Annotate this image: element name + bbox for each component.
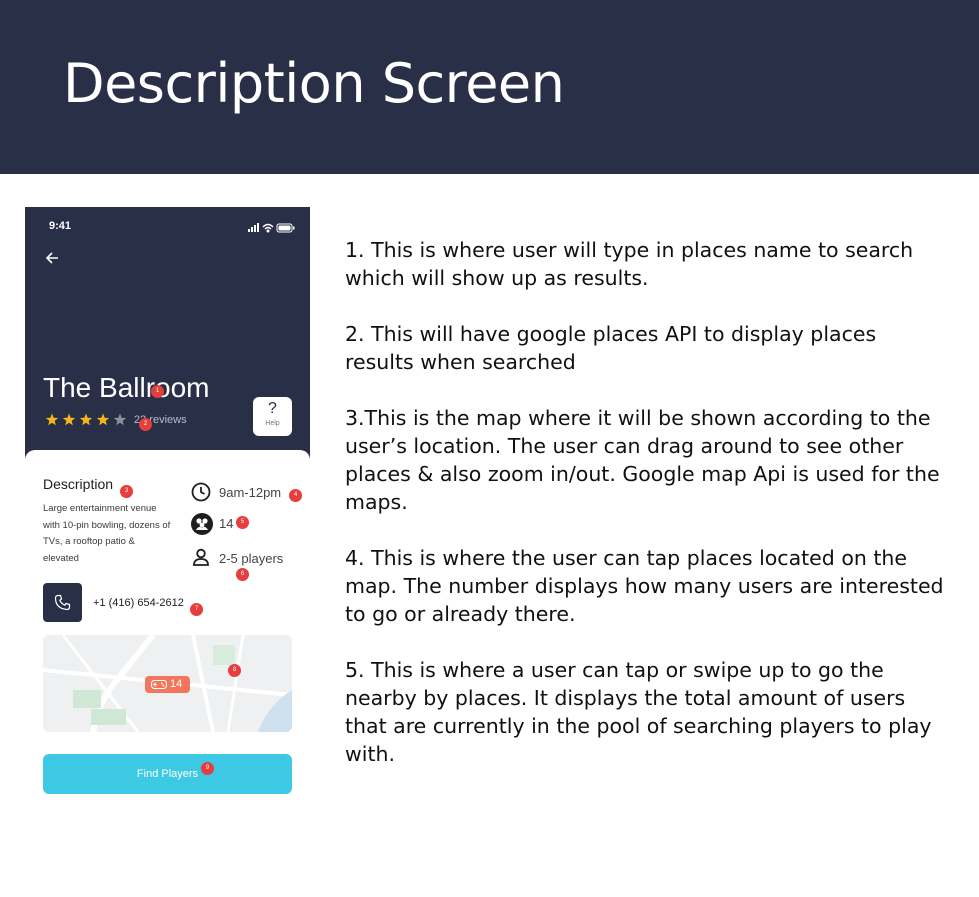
place-name: The Ballroom bbox=[43, 372, 210, 403]
map-pin-count: 14 bbox=[170, 678, 183, 690]
hours-text: 9am-12pm bbox=[219, 485, 282, 500]
star-rating bbox=[45, 413, 129, 427]
map-pin[interactable]: 14 bbox=[145, 676, 190, 693]
note-3: 3.This is the map where it will be shown… bbox=[345, 406, 940, 514]
marker-2: 2 bbox=[139, 418, 152, 431]
note-4: 4. This is where the user can tap places… bbox=[345, 546, 944, 626]
star-filled-icon bbox=[79, 413, 93, 426]
status-time: 9:41 bbox=[49, 220, 72, 232]
marker-3: 3 bbox=[120, 485, 133, 498]
marker-9: 9 bbox=[201, 762, 214, 775]
description-heading: Description bbox=[43, 476, 114, 492]
marker-6: 6 bbox=[236, 568, 249, 581]
place-hero: 9:41 The Ballroom 1 22 reviews 2 ? Help bbox=[25, 207, 310, 465]
wifi-icon bbox=[262, 223, 274, 233]
details-card[interactable]: Description 3 Large entertainment venue … bbox=[25, 450, 310, 817]
page-title: Description Screen bbox=[63, 52, 565, 115]
notes-list: 1. This is where user will type in place… bbox=[345, 236, 945, 796]
call-button[interactable] bbox=[43, 583, 82, 622]
star-filled-icon bbox=[62, 413, 76, 426]
help-label: Help bbox=[265, 420, 280, 427]
marker-1: 1 bbox=[151, 385, 164, 398]
star-empty-icon bbox=[113, 413, 127, 426]
note-1: 1. This is where user will type in place… bbox=[345, 238, 914, 290]
help-button[interactable]: ? Help bbox=[253, 397, 292, 436]
note-5: 5. This is where a user can tap or swipe… bbox=[345, 658, 932, 766]
signal-icon bbox=[248, 223, 259, 232]
help-icon: ? bbox=[268, 400, 277, 417]
marker-4: 4 bbox=[289, 489, 302, 502]
battery-icon bbox=[276, 223, 295, 233]
marker-5: 5 bbox=[236, 516, 249, 529]
phone-number[interactable]: +1 (416) 654-2612 bbox=[93, 597, 184, 609]
status-icons bbox=[248, 220, 296, 238]
marker-8: 8 bbox=[228, 664, 241, 677]
person-icon bbox=[193, 548, 209, 566]
star-filled-icon bbox=[45, 413, 59, 426]
group-icon bbox=[191, 513, 213, 535]
marker-7: 7 bbox=[190, 603, 203, 616]
note-2: 2. This will have google places API to d… bbox=[345, 322, 877, 374]
find-players-button[interactable]: Find Players bbox=[43, 754, 292, 794]
clock-icon bbox=[191, 482, 211, 502]
back-arrow-icon[interactable] bbox=[45, 251, 59, 270]
header-banner: Description Screen bbox=[0, 0, 979, 174]
description-text: Large entertainment venue with 10-pin bo… bbox=[43, 503, 171, 564]
phone-mockup: 9:41 The Ballroom 1 22 reviews 2 ? Help … bbox=[25, 207, 310, 817]
gamepad-icon bbox=[151, 680, 167, 689]
phone-icon bbox=[54, 594, 71, 611]
players-text: 2-5 players bbox=[219, 551, 284, 566]
map-view[interactable]: 14 8 bbox=[43, 635, 292, 732]
star-filled-icon bbox=[96, 413, 110, 426]
interested-count: 14 bbox=[219, 516, 234, 531]
